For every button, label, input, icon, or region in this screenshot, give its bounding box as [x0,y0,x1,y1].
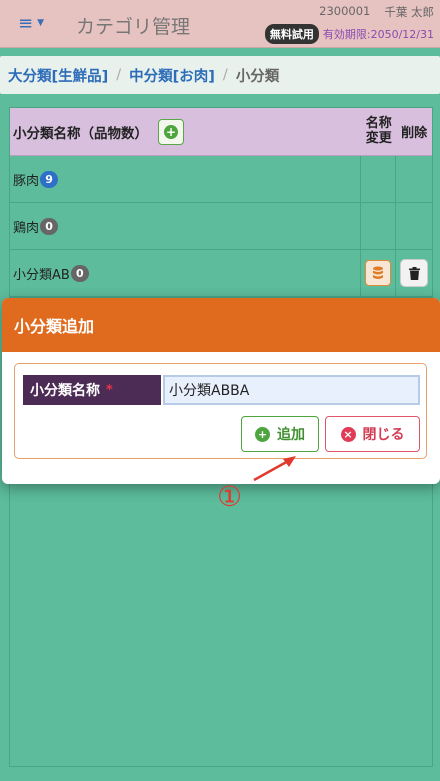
hamburger-icon: ≡ [18,12,34,34]
breadcrumb-separator: / [222,67,228,83]
field-label-text: 小分類名称 [30,383,100,399]
trash-icon [408,266,420,280]
close-button[interactable]: × 閉じる [325,416,420,452]
caret-down-icon: ▼ [37,18,45,28]
row-name-cell: 鶏肉 0 [10,203,362,249]
content-frame [9,484,433,767]
close-circle-icon: × [340,426,356,442]
header-name-label: 小分類名称（品物数） [13,125,148,142]
modal-body: 小分類名称 * + 追加 × 閉じる [14,363,427,459]
plus-circle-icon: + [164,124,178,139]
subcategory-name-input[interactable] [163,375,420,405]
delete-button[interactable] [400,259,429,287]
app-header: ≡ ▼ カテゴリ管理 2300001 千葉 太郎 無料試用 有効期限:2050/1… [0,0,440,48]
breadcrumb-current: 小分類 [235,68,280,85]
subcategory-table: 小分類名称（品物数） + 名称変更 削除 豚肉 9 鶏肉 0 小分類AB 0 [9,107,433,298]
table-row: 豚肉 9 [10,156,432,203]
row-name[interactable]: 豚肉 [13,170,39,189]
rename-button[interactable] [365,260,392,286]
rename-cell [361,156,397,202]
breadcrumb: 大分類[生鮮品] / 中分類[お肉] / 小分類 [0,56,440,94]
annotation-arrow-icon [253,456,296,482]
header-delete: 削除 [401,126,428,141]
row-name-cell: 小分類AB 0 [10,250,362,296]
breadcrumb-separator: / [116,67,122,83]
header-rename: 名称変更 [365,115,392,146]
row-name-cell: 豚肉 9 [10,156,362,202]
delete-cell [396,203,432,249]
add-subcategory-modal: 小分類追加 小分類名称 * + 追加 × 閉じる [2,298,440,484]
user-id: 2300001 [319,4,371,18]
modal-header: 小分類追加 [2,298,440,352]
subcategory-name-label: 小分類名称 * [23,375,161,405]
table-header: 小分類名称（品物数） + 名称変更 削除 [10,108,432,156]
menu-button[interactable]: ≡ ▼ [18,12,50,34]
database-icon [373,266,384,279]
header-name-cell: 小分類名称（品物数） + [10,118,361,145]
annotation-number: ① [217,480,243,513]
delete-cell [396,156,432,202]
modal-title: 小分類追加 [14,317,95,336]
count-badge: 0 [40,217,59,235]
rename-cell [361,250,397,296]
add-subcategory-button[interactable]: + [158,118,184,145]
breadcrumb-level2[interactable]: 中分類[お肉] [129,65,215,86]
close-button-label: 閉じる [362,427,405,443]
expiry-date: 有効期限:2050/12/31 [322,28,434,41]
user-info: 2300001 千葉 太郎 [319,4,434,20]
row-name[interactable]: 小分類AB [13,264,70,283]
table-row: 小分類AB 0 [10,250,432,297]
delete-cell [396,250,432,296]
add-button-label: 追加 [277,427,305,443]
plus-circle-icon: + [255,426,270,442]
table-row: 鶏肉 0 [10,203,432,250]
rename-cell [361,203,397,249]
count-badge: 0 [70,264,89,282]
count-badge: 9 [40,170,59,188]
required-mark: * [106,382,113,398]
page-title: カテゴリ管理 [76,16,191,38]
breadcrumb-level1[interactable]: 大分類[生鮮品] [8,65,108,86]
user-name: 千葉 太郎 [384,5,434,19]
add-button[interactable]: + 追加 [241,416,319,452]
row-name[interactable]: 鶏肉 [13,217,39,236]
trial-info: 無料試用 有効期限:2050/12/31 [264,24,434,44]
trial-badge: 無料試用 [264,24,319,44]
